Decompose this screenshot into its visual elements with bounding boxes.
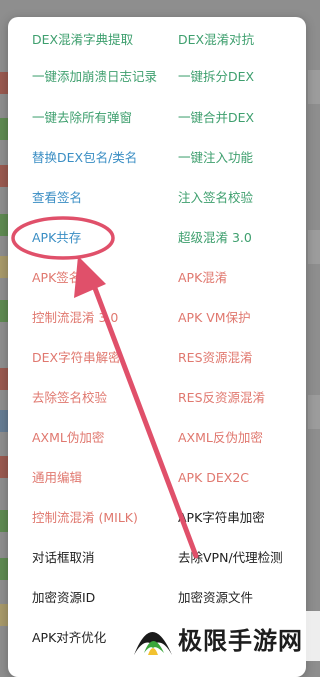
menu-item-control-flow-obfuscate[interactable]: 控制流混淆 3.0: [32, 310, 118, 326]
background-app-edge: [308, 230, 320, 264]
menu-item-general-edit[interactable]: 通用编辑: [32, 470, 82, 486]
menu-item-merge-dex[interactable]: 一键合并DEX: [178, 110, 254, 126]
menu-item-dex-dict-extract[interactable]: DEX混淆字典提取: [32, 32, 133, 48]
watermark-logo-icon: [134, 632, 172, 655]
menu-item-inject-sign-check[interactable]: 注入签名校验: [178, 190, 253, 206]
watermark-text: 极限手游网: [178, 627, 303, 655]
menu-item-axml-anti-fake-encrypt[interactable]: AXML反伪加密: [178, 430, 263, 446]
menu-item-split-dex[interactable]: 一键拆分DEX: [178, 69, 254, 85]
menu-item-control-flow-milk[interactable]: 控制流混淆 (MILK): [32, 510, 138, 526]
watermark: 极限手游网: [120, 611, 320, 661]
menu-item-encrypt-resource-file[interactable]: 加密资源文件: [178, 590, 253, 606]
menu-item-remove-popups[interactable]: 一键去除所有弹窗: [32, 110, 132, 126]
menu-item-remove-vpn-check[interactable]: 去除VPN/代理检测: [178, 550, 283, 566]
menu-item-apk-sign[interactable]: APK签名: [32, 270, 81, 286]
background-app-edge: [308, 70, 320, 104]
menu-item-remove-sign-check[interactable]: 去除签名校验: [32, 390, 107, 406]
function-menu-dialog: DEX混淆字典提取 一键添加崩溃日志记录 一键去除所有弹窗 替换DEX包名/类名…: [8, 17, 306, 677]
menu-item-res-deobfuscate[interactable]: RES反资源混淆: [178, 390, 265, 406]
background-app-edge: [308, 395, 320, 429]
menu-item-view-signature[interactable]: 查看签名: [32, 190, 82, 206]
menu-item-apk-vm-protect[interactable]: APK VM保护: [178, 310, 251, 326]
menu-item-encrypt-resource-id[interactable]: 加密资源ID: [32, 590, 95, 606]
menu-item-apk-string-encrypt[interactable]: APK字符串加密: [178, 510, 265, 526]
menu-item-axml-fake-encrypt[interactable]: AXML伪加密: [32, 430, 104, 446]
menu-item-replace-dex-package[interactable]: 替换DEX包名/类名: [32, 150, 137, 166]
menu-item-dex-string-decrypt[interactable]: DEX字符串解密: [32, 350, 121, 366]
menu-item-apk-align[interactable]: APK对齐优化: [32, 630, 106, 646]
menu-item-add-crash-log[interactable]: 一键添加崩溃日志记录: [32, 69, 157, 85]
menu-item-res-obfuscate[interactable]: RES资源混淆: [178, 350, 253, 366]
menu-item-dialog-cancel[interactable]: 对话框取消: [32, 550, 95, 566]
menu-item-dex-obfuscate-counter[interactable]: DEX混淆对抗: [178, 32, 254, 48]
menu-item-apk-obfuscate[interactable]: APK混淆: [178, 270, 227, 286]
menu-item-apk-dex2c[interactable]: APK DEX2C: [178, 470, 249, 486]
menu-item-inject-function[interactable]: 一键注入功能: [178, 150, 253, 166]
menu-item-super-obfuscate[interactable]: 超级混淆 3.0: [178, 230, 252, 246]
menu-item-apk-coexist[interactable]: APK共存: [32, 230, 81, 246]
